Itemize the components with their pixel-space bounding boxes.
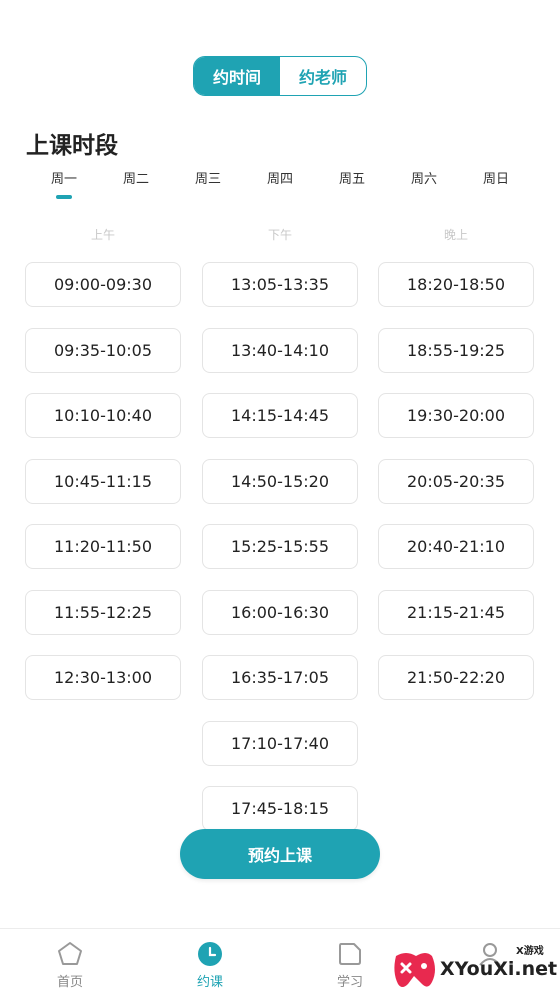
time-slot-button[interactable]: 10:10-10:40 [25,393,181,438]
day-tab[interactable]: 周一 [28,168,100,204]
site-watermark: X游戏 XYouXi.net [388,938,560,996]
time-slot-button[interactable]: 16:35-17:05 [202,655,358,700]
nav-label: 约课 [196,975,223,990]
watermark-small-text: X游戏 [516,946,544,957]
home-pentagon-icon [58,942,82,965]
time-slot-button[interactable]: 10:45-11:15 [25,458,181,504]
nav-label: 首页 [56,975,83,990]
book-by-teacher-tab[interactable]: 约老师 [280,57,366,95]
time-slot-button[interactable]: 12:30-13:00 [25,655,181,700]
period-label: 晚上 [443,228,468,242]
day-tab[interactable]: 周五 [316,168,388,204]
time-slot-button[interactable]: 19:30-20:00 [378,393,534,438]
time-slot-button[interactable]: 15:25-15:55 [202,524,358,569]
day-tab[interactable]: 周四 [244,168,316,204]
day-tab[interactable]: 周二 [100,168,172,204]
time-slot-button[interactable]: 13:40-14:10 [202,327,358,373]
day-tab-label: 周六 [410,172,437,187]
time-slot-button[interactable]: 21:50-22:20 [378,655,534,700]
time-slot-button[interactable]: 16:00-16:30 [202,589,358,635]
day-tab-label: 周三 [194,172,221,187]
section-title: 上课时段 [26,133,118,159]
selected-day-indicator [56,195,72,199]
time-slot-button[interactable]: 13:05-13:35 [202,262,358,307]
day-tab[interactable]: 周日 [460,168,532,204]
weekday-tabs: 周一 周二 周三 周四 周五 周六 周日 [28,168,532,204]
time-slot-button[interactable]: 09:35-10:05 [25,327,181,373]
day-tab-label: 周四 [266,172,293,187]
day-tab[interactable]: 周六 [388,168,460,204]
nav-item-home[interactable]: 首页 [0,929,140,997]
time-slot-button[interactable]: 17:45-18:15 [202,786,358,831]
day-tab-label: 周一 [50,172,77,187]
day-tab-label: 周五 [338,172,365,187]
day-tab[interactable]: 周三 [172,168,244,204]
time-slot-button[interactable]: 09:00-09:30 [25,262,181,307]
gamepad-logo-icon [394,953,435,987]
study-icon [339,943,361,965]
time-slot-button[interactable]: 11:20-11:50 [25,524,181,569]
time-slot-button[interactable]: 18:20-18:50 [378,262,534,307]
clock-icon [198,942,222,966]
time-slot-button[interactable]: 18:55-19:25 [378,327,534,373]
day-tab-label: 周二 [122,172,149,187]
nav-item-booking[interactable]: 约课 [140,929,280,997]
period-label: 下午 [267,228,292,242]
booking-page: 约时间 约老师 上课时段 周一 周二 周三 周四 周五 周六 周日 上午 09:00-09:3… [0,0,560,997]
book-by-time-tab[interactable]: 约时间 [194,57,280,95]
time-slot-button[interactable]: 14:50-15:20 [202,458,358,504]
book-class-button[interactable]: 预约上课 [180,829,380,879]
time-slot-button[interactable]: 20:05-20:35 [378,458,534,504]
period-label: 上午 [90,228,115,242]
time-slot-button[interactable]: 11:55-12:25 [25,589,181,635]
watermark-text: XYouXi.net [440,958,558,980]
time-slot-button[interactable]: 21:15-21:45 [378,589,534,635]
booking-mode-toggle: 约时间 约老师 [193,56,367,96]
day-tab-label: 周日 [482,172,509,187]
time-slot-button[interactable]: 14:15-14:45 [202,393,358,438]
time-slot-button[interactable]: 20:40-21:10 [378,524,534,569]
time-slot-button[interactable]: 17:10-17:40 [202,720,358,766]
